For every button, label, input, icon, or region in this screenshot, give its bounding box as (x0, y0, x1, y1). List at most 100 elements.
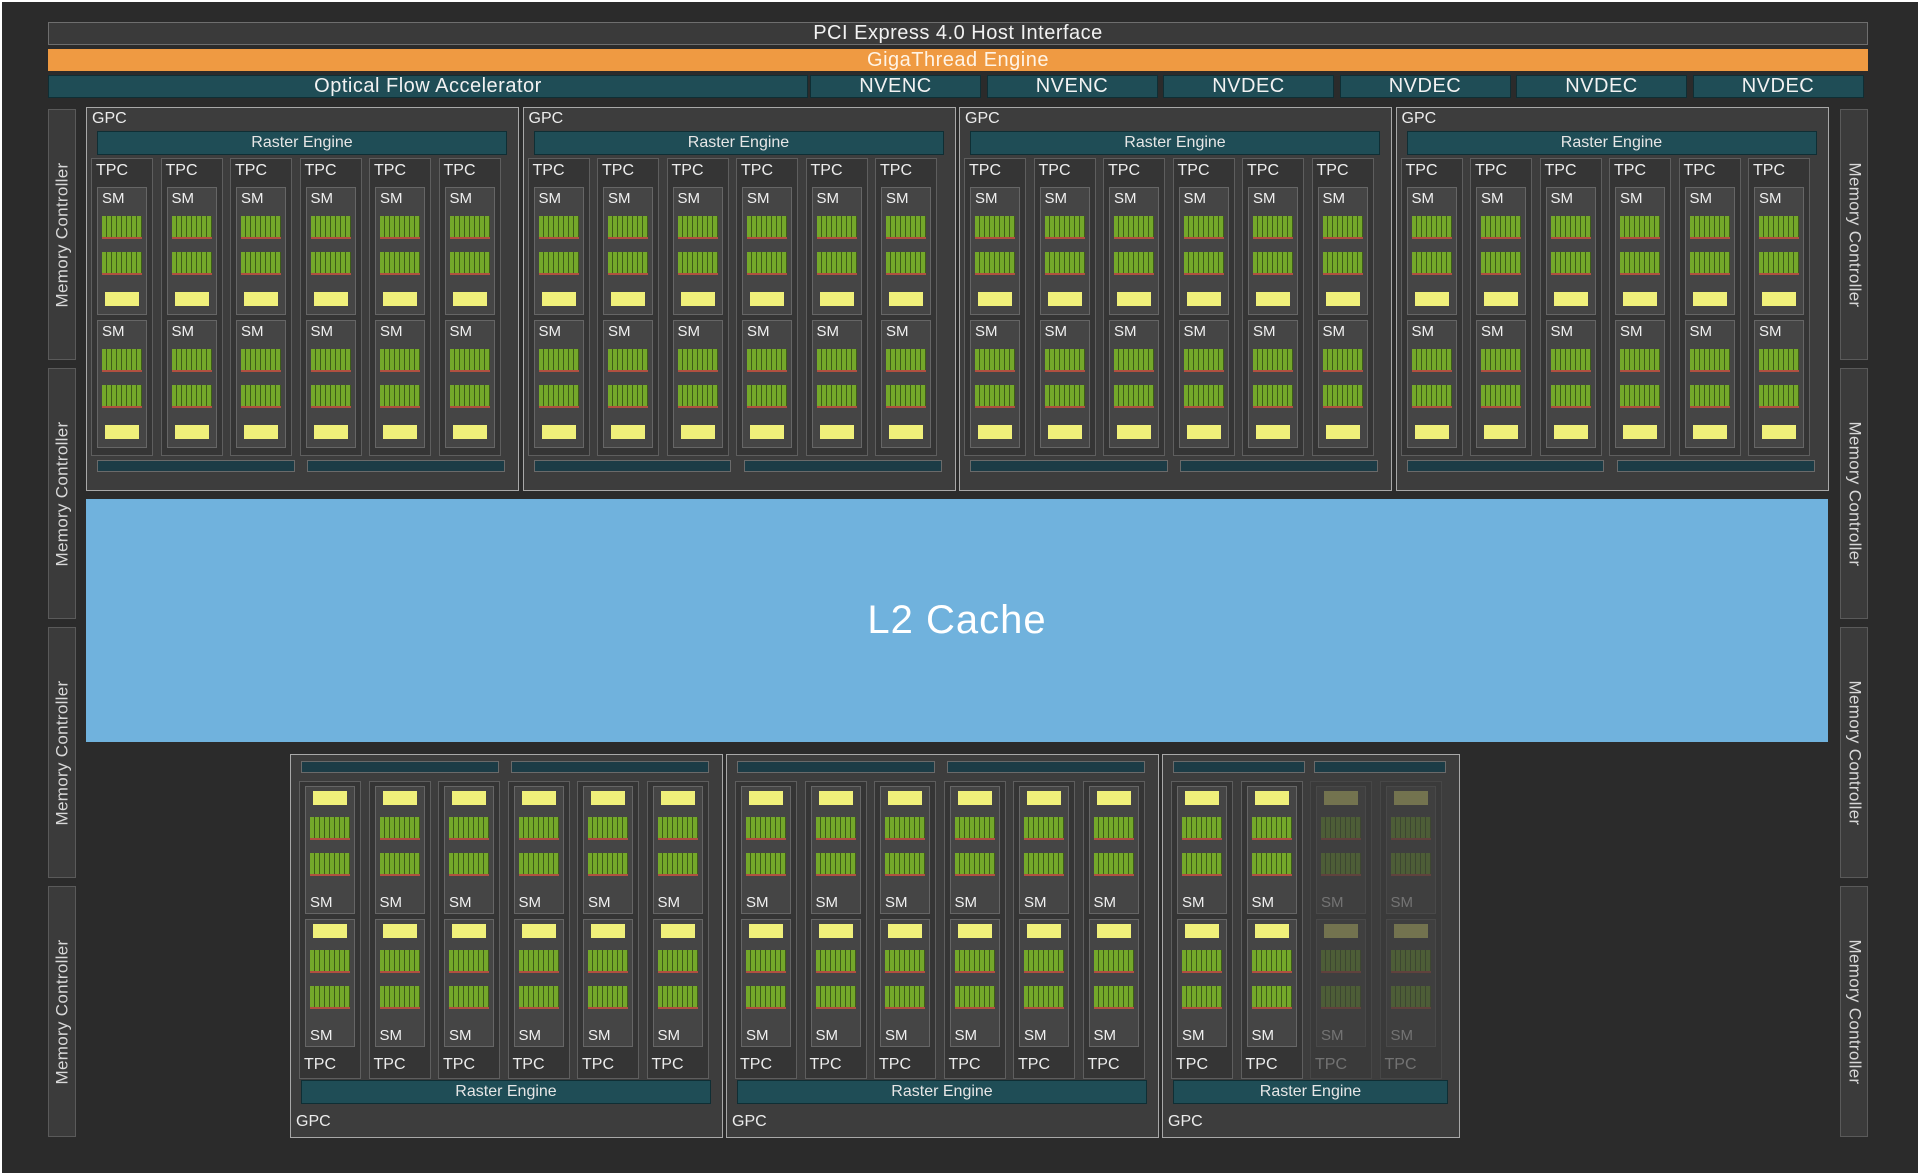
raster-engine: Raster Engine (1406, 131, 1817, 155)
l1-cache-block (680, 425, 715, 439)
polymorph-engines (301, 761, 709, 773)
sm-label: SM (1759, 323, 1782, 340)
tpc: SM SM TPC (577, 781, 639, 1079)
l1-cache-block (1047, 425, 1082, 439)
cuda-core-block (241, 385, 281, 408)
sm-label: SM (588, 1027, 611, 1044)
cuda-core-block (1689, 252, 1730, 275)
sm: SM (375, 187, 425, 315)
sm: SM (1177, 786, 1227, 914)
sm: SM (444, 320, 495, 448)
sm: SM (603, 187, 653, 315)
media-engine-nvdec: NVDEC (1692, 75, 1864, 98)
sm-label: SM (1114, 190, 1137, 207)
sm: SM (1178, 187, 1229, 315)
sm-label: SM (1114, 323, 1137, 340)
cuda-core-block (449, 986, 489, 1009)
cuda-core-block (310, 950, 350, 973)
cuda-core-block (816, 216, 857, 239)
cuda-core-block (1620, 216, 1660, 239)
cuda-core-block (310, 817, 350, 840)
l1-cache-block (1414, 425, 1449, 439)
gpc-label: GPC (1168, 1113, 1203, 1130)
l1-cache-block (452, 924, 486, 938)
sm-label: SM (1183, 190, 1207, 207)
cuda-core-block (1481, 385, 1521, 408)
cuda-core-block (102, 216, 142, 239)
gpc: GPC Raster Engine TPC SM SM TPC SM SM TPC SM SM TPC… (522, 107, 956, 491)
cuda-core-block (1550, 349, 1591, 372)
sm: SM (652, 786, 703, 914)
cuda-core-block (1182, 950, 1222, 973)
polymorph-engines (1173, 761, 1446, 773)
tpc-label: TPC (443, 1056, 475, 1073)
l1-cache-block (452, 292, 487, 306)
sm-label: SM (747, 190, 770, 207)
tpc-label: TPC (880, 162, 912, 179)
cuda-core-block (380, 252, 420, 275)
l1-cache-block (660, 924, 695, 938)
cuda-core-block (310, 216, 351, 239)
l1-cache-block (1254, 791, 1289, 805)
sm: SM (949, 919, 1000, 1047)
l1-cache-block (750, 425, 784, 439)
l1-cache-block (1117, 292, 1151, 306)
sm: SM (741, 786, 791, 914)
cuda-core-block (657, 950, 698, 973)
cuda-core-block (1481, 349, 1521, 372)
gpc: SM SM TPC SM SM TPC SM SM TPC SM SM TPC Raster Engin… (1162, 754, 1460, 1138)
sm: SM (1615, 320, 1665, 448)
l1-cache-block (313, 924, 347, 938)
l1-cache-block (1256, 292, 1290, 306)
sm: SM (1039, 187, 1090, 315)
gigathread-engine: GigaThread Engine (48, 49, 1868, 71)
sm-label: SM (746, 894, 769, 911)
l1-cache-block (541, 425, 576, 439)
sm: SM (305, 919, 355, 1047)
sm: SM (880, 919, 930, 1047)
polymorph-engine (301, 761, 499, 773)
l1-cache-block (1096, 791, 1131, 805)
cuda-core-block (1411, 252, 1452, 275)
tpc: TPC SM SM (736, 158, 798, 456)
sm-label: SM (1321, 1027, 1344, 1044)
gpc-label: GPC (296, 1113, 331, 1130)
memory-controller-label: Memory Controller (52, 421, 72, 566)
sm: SM (1545, 187, 1596, 315)
cuda-core-block (954, 950, 995, 973)
cuda-core-block (816, 385, 857, 408)
cuda-core-block (102, 349, 142, 372)
cuda-core-block (380, 216, 420, 239)
sm-label: SM (310, 190, 334, 207)
sm: SM (444, 786, 494, 914)
tpc: TPC SM SM (91, 158, 153, 456)
tpc: TPC SM SM (1033, 158, 1096, 456)
sm-label: SM (885, 1027, 908, 1044)
sm: SM (1019, 786, 1069, 914)
cuda-core-block (1024, 817, 1064, 840)
sm: SM (513, 919, 564, 1047)
l1-cache-block (383, 425, 417, 439)
sm-label: SM (379, 894, 403, 911)
polymorph-engine (307, 460, 505, 472)
cuda-core-block (102, 252, 142, 275)
l1-cache-block (174, 292, 209, 306)
tpc: TPC SM SM (597, 158, 659, 456)
l1-cache-block (1186, 292, 1221, 306)
l1-cache-block (957, 791, 992, 805)
cuda-core-block (1251, 986, 1292, 1009)
cuda-core-block (815, 986, 856, 1009)
cuda-core-block (379, 853, 420, 876)
sm: SM (1246, 786, 1297, 914)
cuda-core-block (1024, 986, 1064, 1009)
sm-label: SM (954, 1027, 978, 1044)
raster-engine: Raster Engine (301, 1080, 711, 1104)
media-engine-nvenc: NVENC (986, 75, 1158, 98)
raster-engine: Raster Engine (97, 131, 507, 155)
sm-label: SM (171, 323, 195, 340)
cuda-core-block (747, 385, 787, 408)
sm-label: SM (518, 1027, 542, 1044)
l1-cache-block (1762, 292, 1796, 306)
tpc: TPC SM SM (1609, 158, 1671, 456)
tpc: TPC SM SM (1172, 158, 1235, 456)
